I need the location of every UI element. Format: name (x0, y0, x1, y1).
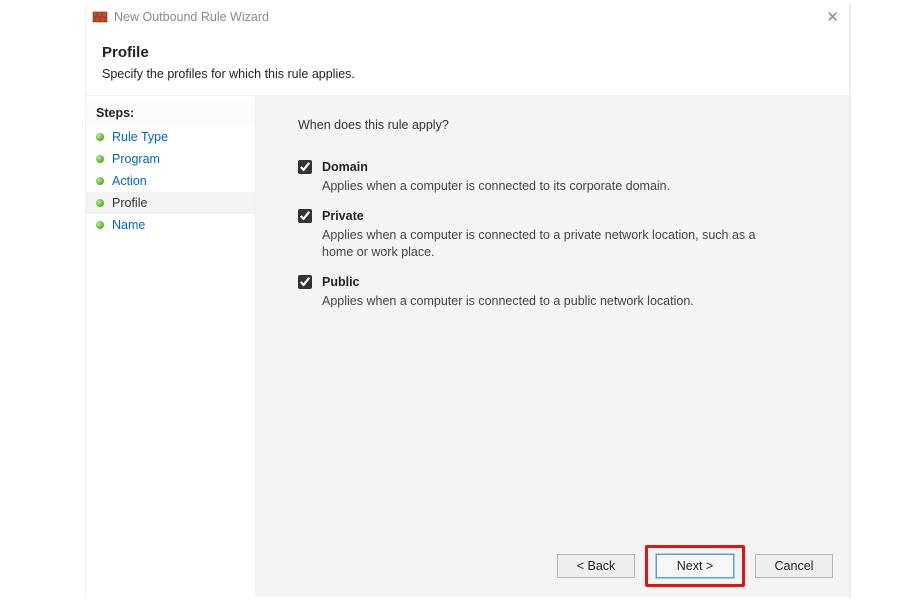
steps-sidebar: Steps: Rule Type Program Action Profile … (86, 96, 256, 597)
rule-apply-prompt: When does this rule apply? (298, 118, 823, 132)
back-button[interactable]: < Back (557, 554, 635, 578)
next-button[interactable]: Next > (656, 554, 734, 578)
option-private-desc: Applies when a computer is connected to … (322, 227, 782, 261)
main-panel: When does this rule apply? Domain Applie… (256, 96, 849, 597)
option-public-desc: Applies when a computer is connected to … (322, 293, 782, 310)
option-domain-desc: Applies when a computer is connected to … (322, 178, 782, 195)
titlebar: New Outbound Rule Wizard ✕ (86, 4, 849, 30)
bullet-icon (96, 199, 104, 207)
option-private: Private Applies when a computer is conne… (298, 209, 823, 261)
firewall-icon (92, 9, 108, 25)
steps-label: Steps: (86, 102, 255, 126)
checkbox-public[interactable] (298, 275, 312, 289)
step-label: Action (112, 174, 147, 188)
bullet-icon (96, 133, 104, 141)
option-private-label: Private (322, 209, 364, 223)
step-profile[interactable]: Profile (86, 192, 255, 214)
window-title: New Outbound Rule Wizard (114, 10, 269, 24)
checkbox-domain[interactable] (298, 160, 312, 174)
option-domain-label: Domain (322, 160, 368, 174)
page-subtitle: Specify the profiles for which this rule… (102, 67, 833, 81)
step-rule-type[interactable]: Rule Type (86, 126, 255, 148)
step-label: Profile (112, 196, 147, 210)
step-name[interactable]: Name (86, 214, 255, 236)
next-highlight: Next > (645, 545, 745, 587)
bullet-icon (96, 155, 104, 163)
wizard-header: Profile Specify the profiles for which t… (86, 30, 849, 95)
checkbox-private[interactable] (298, 209, 312, 223)
step-label: Program (112, 152, 160, 166)
step-program[interactable]: Program (86, 148, 255, 170)
wizard-window: New Outbound Rule Wizard ✕ Profile Speci… (85, 4, 850, 598)
page-heading: Profile (102, 44, 833, 61)
step-label: Name (112, 218, 145, 232)
step-label: Rule Type (112, 130, 168, 144)
close-icon[interactable]: ✕ (822, 10, 843, 25)
option-public-label: Public (322, 275, 360, 289)
step-action[interactable]: Action (86, 170, 255, 192)
cancel-button[interactable]: Cancel (755, 554, 833, 578)
option-domain: Domain Applies when a computer is connec… (298, 160, 823, 195)
bullet-icon (96, 221, 104, 229)
wizard-body: Steps: Rule Type Program Action Profile … (86, 95, 849, 597)
option-public: Public Applies when a computer is connec… (298, 275, 823, 310)
wizard-footer: < Back Next > Cancel (557, 545, 833, 587)
bullet-icon (96, 177, 104, 185)
